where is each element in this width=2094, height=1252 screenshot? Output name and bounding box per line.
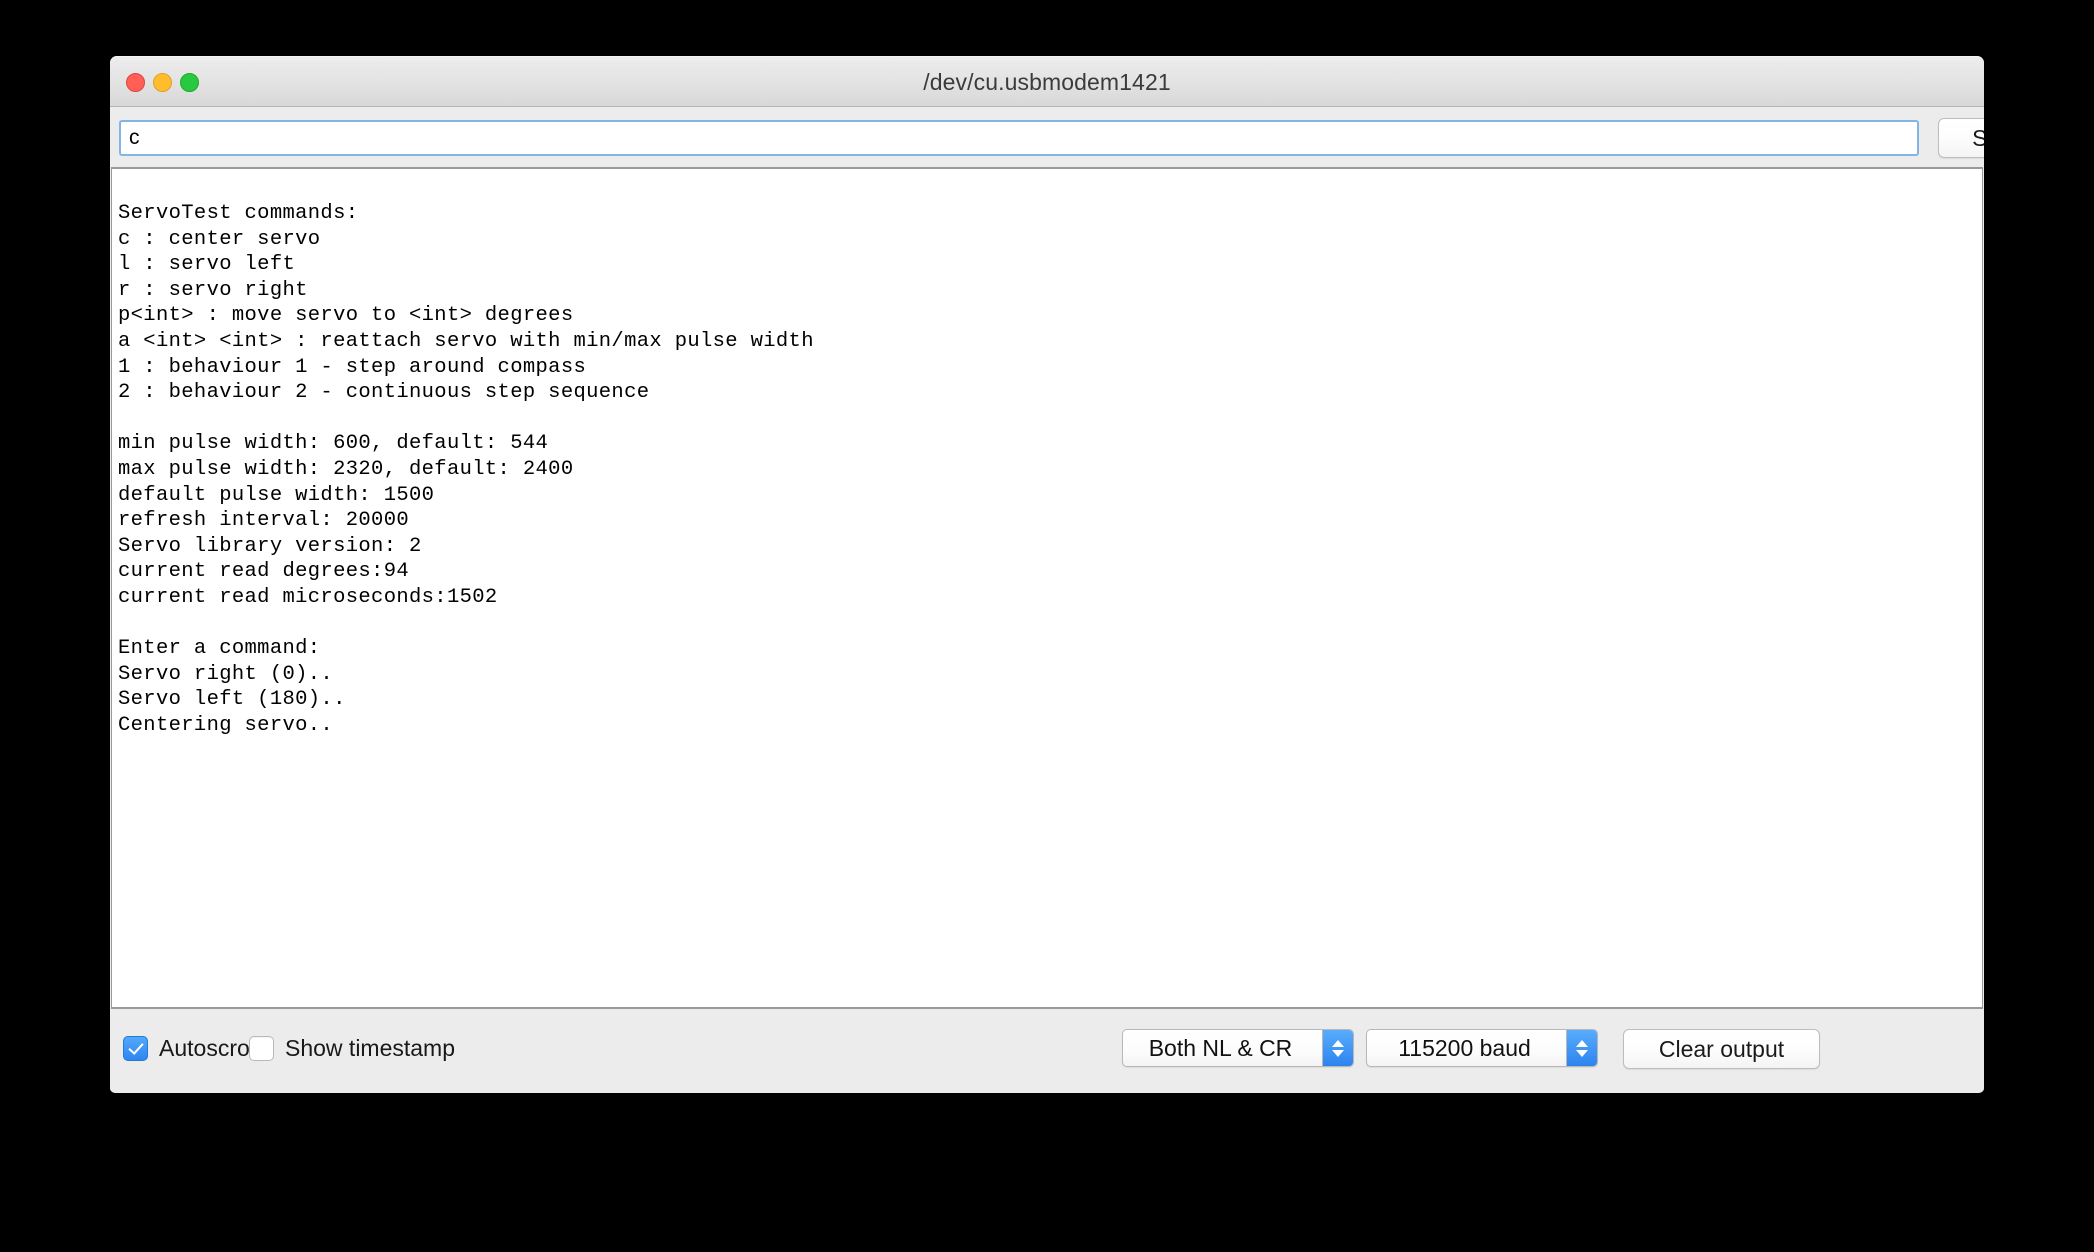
footer-toolbar: Autoscroll Show timestamp Both NL & CR 1… [110,1009,1984,1091]
line-ending-value: Both NL & CR [1148,1034,1293,1061]
serial-output-panel[interactable]: ServoTest commands: c : center servo l :… [111,167,1983,1009]
chevron-down-icon [1332,1049,1344,1057]
line-ending-select[interactable]: Both NL & CR [1122,1029,1354,1067]
chevron-updown-icon[interactable] [1322,1030,1353,1066]
autoscroll-label: Autoscroll [159,1035,260,1061]
show-timestamp-label: Show timestamp [285,1035,456,1061]
serial-output-text: ServoTest commands: c : center servo l :… [118,202,814,737]
send-button[interactable]: Send [1938,118,1984,158]
clear-output-button[interactable]: Clear output [1623,1029,1820,1069]
chevron-down-icon [1576,1049,1588,1057]
show-timestamp-checkbox-group[interactable]: Show timestamp [249,1035,455,1062]
baud-rate-select[interactable]: 115200 baud [1366,1029,1598,1067]
show-timestamp-checkbox[interactable] [249,1036,274,1061]
baud-rate-value: 115200 baud [1398,1034,1531,1061]
chevron-up-icon [1576,1039,1588,1047]
command-input[interactable] [119,120,1919,156]
chevron-updown-icon[interactable] [1566,1030,1597,1066]
autoscroll-checkbox-group[interactable]: Autoscroll [123,1035,260,1062]
serial-monitor-window: /dev/cu.usbmodem1421 Send ServoTest comm… [110,56,1984,1093]
send-toolbar: Send [110,107,1984,167]
window-titlebar: /dev/cu.usbmodem1421 [110,56,1984,107]
window-title: /dev/cu.usbmodem1421 [923,69,1171,95]
autoscroll-checkbox[interactable] [123,1036,148,1061]
chevron-up-icon [1332,1039,1344,1047]
